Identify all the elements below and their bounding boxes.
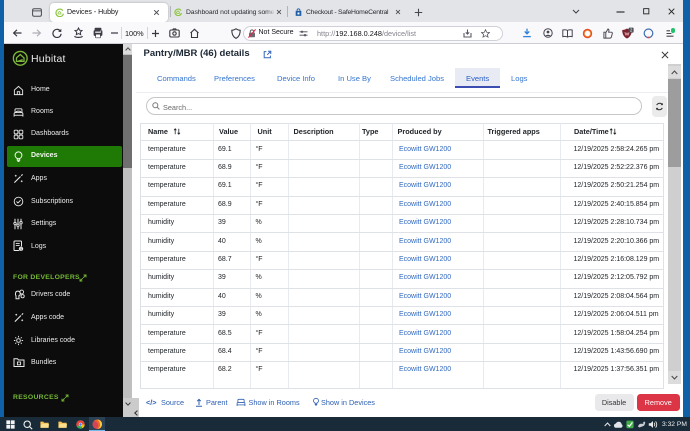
svg-text:2: 2 — [630, 28, 633, 33]
